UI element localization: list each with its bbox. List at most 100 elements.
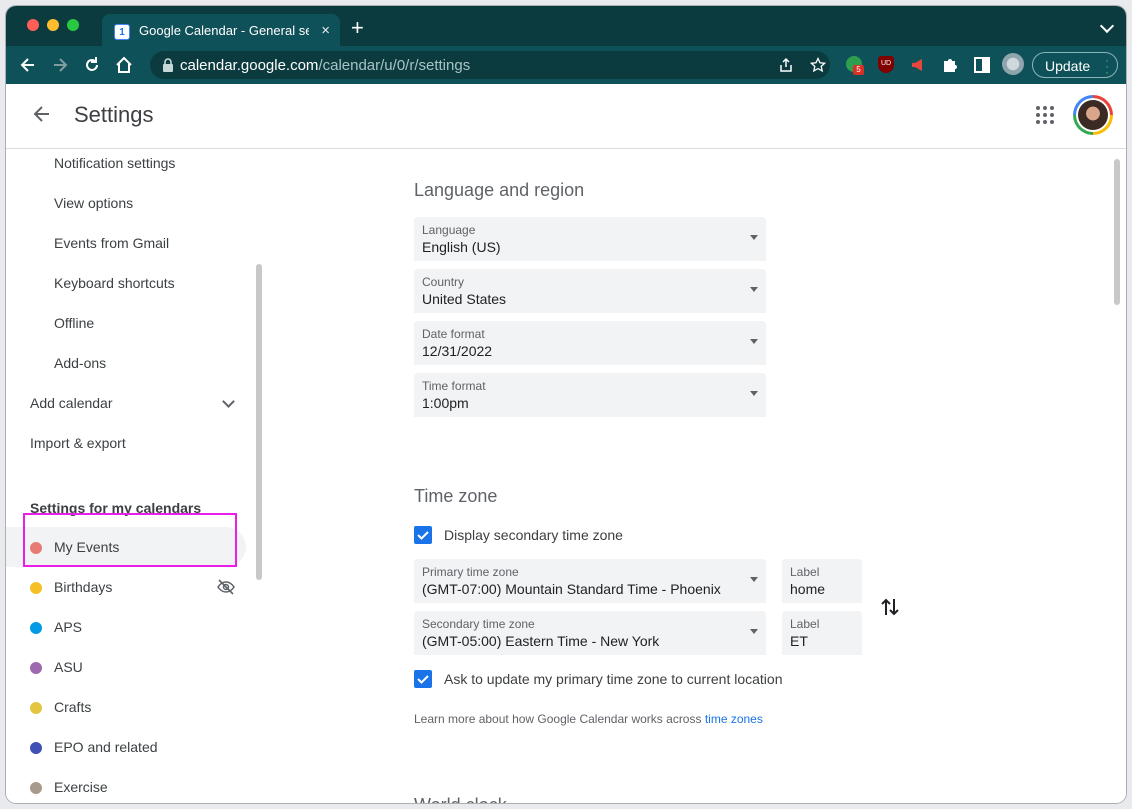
settings-sidebar: Notification settings View options Event…: [6, 149, 266, 803]
extension-green-icon[interactable]: 5: [844, 55, 864, 75]
country-select[interactable]: Country United States: [414, 269, 766, 313]
language-select[interactable]: Language English (US): [414, 217, 766, 261]
sidebar-item-label: View options: [54, 195, 134, 211]
checkmark-icon: [417, 531, 429, 540]
swap-time-zones-icon[interactable]: [880, 595, 900, 619]
tab-title: Google Calendar - General settings: [139, 23, 309, 38]
google-apps-icon[interactable]: [1036, 106, 1054, 124]
calendar-color-dot: [30, 782, 42, 794]
reload-icon[interactable]: [82, 55, 102, 75]
display-secondary-checkbox[interactable]: [414, 526, 432, 544]
sidebar-item-label: Keyboard shortcuts: [54, 275, 175, 291]
sidebar-calendar-aps[interactable]: APS: [6, 607, 256, 647]
field-label: Label: [790, 565, 820, 579]
field-value: 1:00pm: [422, 395, 469, 411]
main-scrollbar[interactable]: [1114, 159, 1120, 305]
sidebar-item-events-from-gmail[interactable]: Events from Gmail: [6, 223, 256, 263]
display-secondary-label[interactable]: Display secondary time zone: [444, 527, 623, 543]
url-host: calendar.google.com: [180, 57, 319, 74]
field-label: Time format: [422, 379, 486, 393]
field-value: (GMT-05:00) Eastern Time - New York: [422, 633, 660, 649]
field-label: Language: [422, 223, 476, 237]
more-menu-icon[interactable]: · · ·: [1105, 54, 1109, 78]
tab-search-chevron-icon[interactable]: [1099, 18, 1115, 34]
calendar-name: ASU: [54, 659, 83, 675]
sidebar-item-add-ons[interactable]: Add-ons: [6, 343, 256, 383]
megaphone-extension-icon[interactable]: [908, 55, 928, 75]
field-value: home: [790, 581, 826, 597]
field-value: United States: [422, 291, 507, 307]
page-title: Settings: [74, 102, 154, 127]
calendar-color-dot: [30, 662, 42, 674]
sidebar-item-view-options[interactable]: View options: [6, 183, 256, 223]
sidebar-calendar-asu[interactable]: ASU: [6, 647, 256, 687]
calendar-favicon-icon: 1: [114, 24, 130, 40]
browser-tab[interactable]: 1 Google Calendar - General settings ×: [102, 14, 340, 50]
home-icon[interactable]: [114, 55, 134, 75]
browser-toolbar: calendar.google.com/calendar/u/0/r/setti…: [6, 46, 1126, 84]
new-tab-button[interactable]: +: [351, 16, 364, 40]
visibility-off-icon[interactable]: [217, 578, 235, 596]
sidebar-item-label: Notification settings: [54, 155, 176, 171]
learn-more-text: Learn more about how Google Calendar wor…: [414, 712, 763, 726]
forward-arrow-icon[interactable]: [50, 55, 70, 75]
back-arrow-icon[interactable]: [32, 104, 52, 124]
field-value: English (US): [422, 239, 501, 255]
share-icon[interactable]: [778, 57, 794, 73]
ask-update-label[interactable]: Ask to update my primary time zone to cu…: [444, 671, 782, 687]
bookmark-star-icon[interactable]: [810, 57, 826, 73]
puzzle-extensions-icon[interactable]: [940, 55, 960, 75]
secondary-time-zone-select[interactable]: Secondary time zone (GMT-05:00) Eastern T…: [414, 611, 766, 655]
date-format-select[interactable]: Date format 12/31/2022: [414, 321, 766, 365]
sidebar-item-add-calendar[interactable]: Add calendar: [6, 383, 256, 423]
sidebar-calendar-birthdays[interactable]: Birthdays: [6, 567, 256, 607]
app-header: Settings: [6, 84, 1126, 149]
sidebar-item-label: Import & export: [30, 435, 126, 451]
sidebar-calendar-exercise[interactable]: Exercise: [6, 767, 256, 803]
primary-label-input[interactable]: Label home: [782, 559, 862, 603]
tab-bar: 1 Google Calendar - General settings × +: [6, 6, 1126, 50]
checkmark-icon: [417, 675, 429, 684]
url-text[interactable]: calendar.google.com/calendar/u/0/r/setti…: [180, 57, 470, 74]
calendar-color-dot: [30, 702, 42, 714]
url-path: /calendar/u/0/r/settings: [318, 57, 471, 74]
update-button[interactable]: Update · · ·: [1032, 52, 1118, 78]
minimize-window-button[interactable]: [47, 19, 59, 31]
time-format-select[interactable]: Time format 1:00pm: [414, 373, 766, 417]
tab-close-icon[interactable]: ×: [321, 22, 330, 39]
back-arrow-icon[interactable]: [18, 55, 38, 75]
dropdown-arrow-icon: [750, 339, 758, 344]
ask-update-checkbox[interactable]: [414, 670, 432, 688]
sidebar-item-keyboard-shortcuts[interactable]: Keyboard shortcuts: [6, 263, 256, 303]
field-label: Country: [422, 275, 465, 289]
sidebar-item-label: Offline: [54, 315, 95, 331]
calendar-name: Birthdays: [54, 579, 113, 595]
field-label: Label: [790, 617, 820, 631]
secondary-label-input[interactable]: Label ET: [782, 611, 862, 655]
primary-time-zone-select[interactable]: Primary time zone (GMT-07:00) Mountain St…: [414, 559, 766, 603]
account-avatar[interactable]: [1073, 95, 1113, 135]
calendar-color-dot: [30, 622, 42, 634]
calendar-name: Crafts: [54, 699, 92, 715]
sidebar-calendar-epo-and-related[interactable]: EPO and related: [6, 727, 256, 767]
side-panel-icon[interactable]: [972, 55, 992, 75]
lock-icon[interactable]: [162, 58, 174, 72]
profile-avatar-icon[interactable]: [1002, 53, 1024, 75]
sidebar-item-offline[interactable]: Offline: [6, 303, 256, 343]
maximize-window-button[interactable]: [67, 19, 79, 31]
dropdown-arrow-icon: [750, 391, 758, 396]
ublock-icon[interactable]: UD: [876, 55, 896, 75]
calendar-color-dot: [30, 582, 42, 594]
sidebar-scrollbar[interactable]: [256, 264, 262, 580]
sidebar-calendar-crafts[interactable]: Crafts: [6, 687, 256, 727]
chevron-down-icon[interactable]: [222, 395, 235, 408]
world-clock-heading: World clock: [414, 795, 507, 803]
sidebar-item-notification-settings[interactable]: Notification settings: [6, 149, 256, 183]
sidebar-item-import-export[interactable]: Import & export: [6, 423, 256, 463]
extension-badge: 5: [853, 65, 864, 75]
sidebar-item-label: Add calendar: [30, 395, 113, 411]
ublock-label: UD: [878, 56, 894, 73]
time-zones-link[interactable]: time zones: [705, 712, 763, 726]
address-bar[interactable]: calendar.google.com/calendar/u/0/r/setti…: [150, 51, 830, 79]
close-window-button[interactable]: [27, 19, 39, 31]
